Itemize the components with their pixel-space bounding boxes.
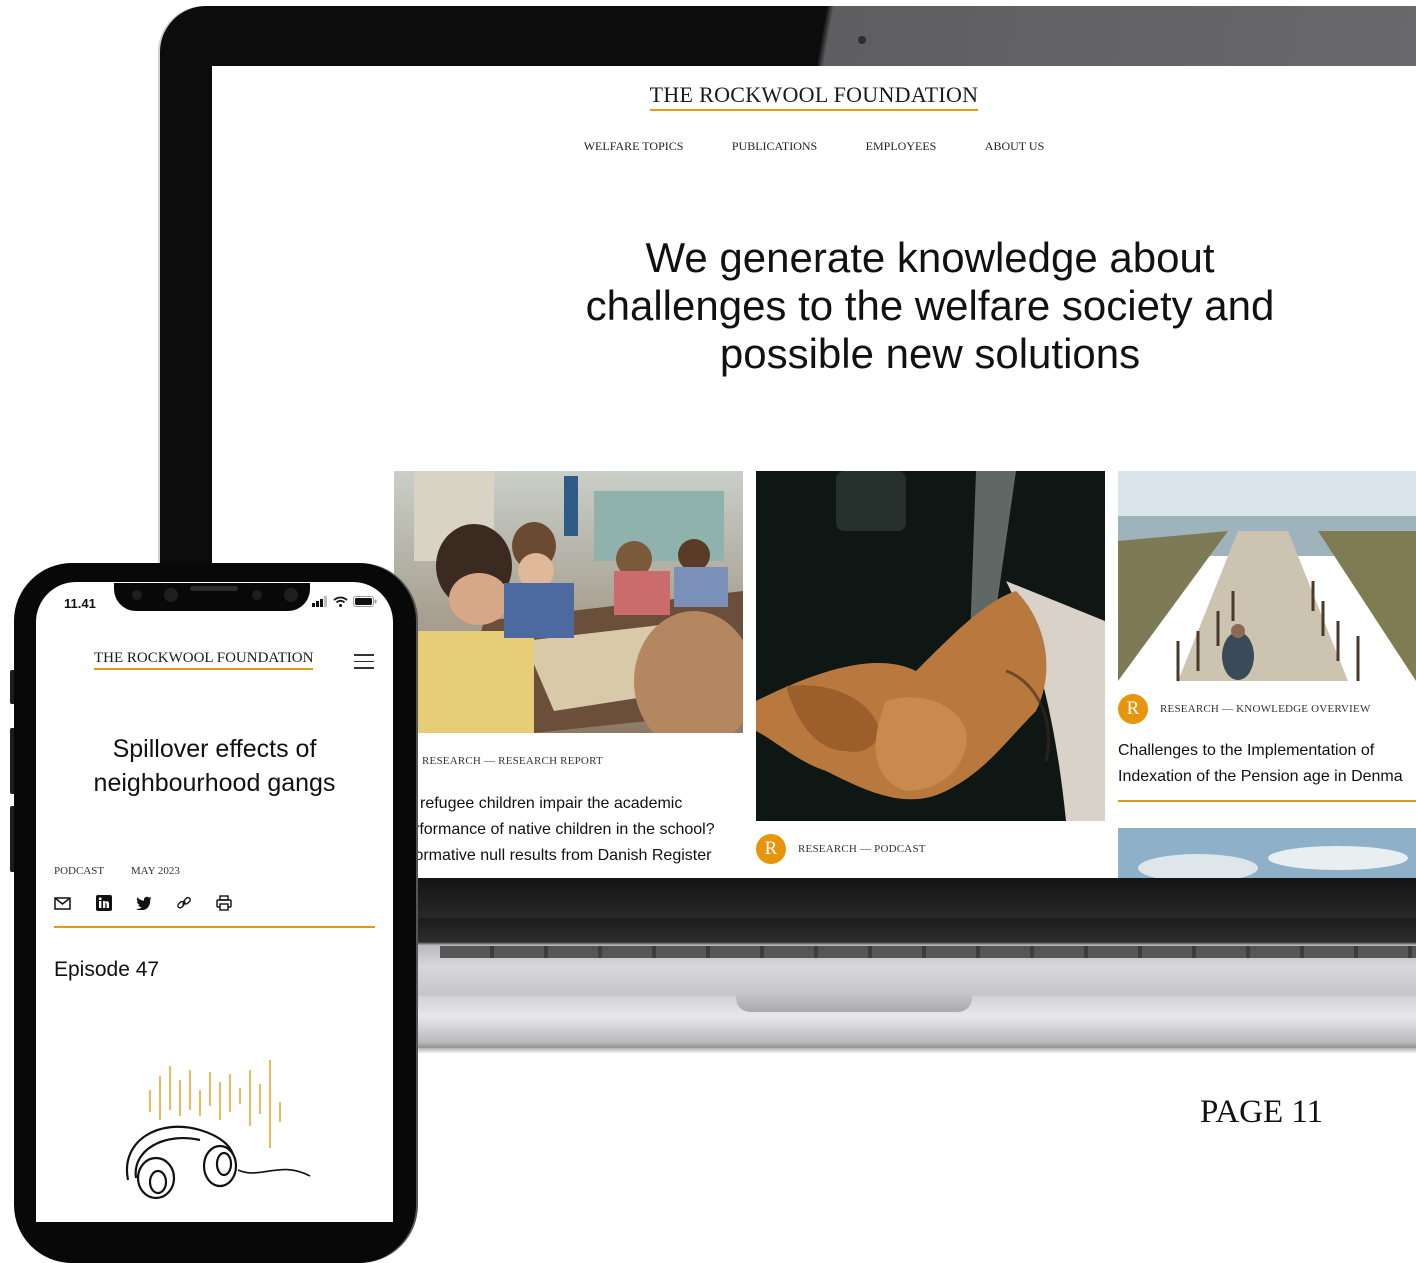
phone-speaker [190, 586, 238, 591]
trackpad-notch [736, 994, 972, 1012]
site-nav: WELFARE TOPICS PUBLICATIONS EMPLOYEES AB… [212, 137, 1416, 155]
card-3-meta: R RESEARCH — KNOWLEDGE OVERVIEW [1118, 694, 1371, 724]
wifi-icon [333, 596, 348, 607]
card-2-category[interactable]: RESEARCH — PODCAST [798, 843, 926, 855]
twitter-icon[interactable] [136, 896, 152, 910]
card-2-badge: R [756, 834, 786, 864]
classroom-photo [394, 471, 743, 733]
print-icon[interactable] [216, 895, 232, 911]
nav-about-us[interactable]: ABOUT US [985, 139, 1044, 153]
mail-icon[interactable] [54, 896, 72, 910]
hands-photo [756, 471, 1105, 821]
article-meta: PODCAST MAY 2023 [54, 865, 204, 877]
phone-site-logo[interactable]: THE ROCKWOOL FOUNDATION [94, 650, 314, 670]
card-1-line: refugee children impair the academic [420, 795, 683, 812]
hero-heading: We generate knowledge about challenges t… [585, 234, 1275, 377]
card-3-line: Challenges to the Implementation of [1118, 742, 1375, 759]
article-date: MAY 2023 [130, 865, 180, 877]
card-beach-image[interactable] [1118, 471, 1416, 681]
laptop-hinge [400, 878, 1416, 922]
nav-publications[interactable]: PUBLICATIONS [732, 139, 817, 153]
laptop-shadow [400, 1046, 1416, 1054]
phone-sensor [252, 590, 262, 600]
battery-icon [353, 596, 377, 607]
card-1-line: rformance of native children in the scho… [414, 821, 715, 838]
card-4-image[interactable] [1118, 828, 1416, 878]
card-classroom-image[interactable] [394, 471, 743, 733]
phone-sensor [284, 588, 298, 602]
card-hands-image[interactable] [756, 471, 1105, 821]
phone-divider [54, 926, 375, 928]
beach-photo [1118, 471, 1416, 681]
headphones-illustration [125, 1060, 311, 1200]
sky-photo [1118, 828, 1416, 878]
phone-sensor [132, 590, 142, 600]
episode-label: Episode 47 [54, 958, 160, 981]
status-icons [312, 596, 377, 607]
page-number: PAGE 11 [1200, 1094, 1324, 1130]
phone-screen: 11.41 THE ROCKWOOL FOUNDATION Spillover … [36, 582, 393, 1222]
link-icon[interactable] [176, 895, 192, 911]
card-1-category[interactable]: RESEARCH — RESEARCH REPORT [422, 755, 603, 767]
card-3-title[interactable]: Challenges to the Implementation of Inde… [1118, 738, 1403, 790]
article-title: Spillover effects of neighbourhood gangs [93, 735, 336, 797]
card-3-line: Indexation of the Pension age in Denma [1118, 768, 1403, 785]
linkedin-icon[interactable] [96, 895, 112, 911]
nav-welfare-topics[interactable]: WELFARE TOPICS [584, 139, 684, 153]
laptop-keyboard-deck [400, 918, 1416, 998]
card-3-badge: R [1118, 694, 1148, 724]
site-logo[interactable]: THE ROCKWOOL FOUNDATION [212, 82, 1416, 111]
card-3-divider [1118, 800, 1416, 802]
nav-employees[interactable]: EMPLOYEES [866, 139, 937, 153]
article-type[interactable]: PODCAST [54, 865, 104, 877]
phone-front-camera [164, 588, 178, 602]
card-3-category[interactable]: RESEARCH — KNOWLEDGE OVERVIEW [1160, 703, 1371, 715]
signal-icon [312, 596, 327, 607]
status-time: 11.41 [64, 596, 96, 611]
hamburger-menu-icon[interactable] [354, 654, 374, 674]
card-2-meta: R RESEARCH — PODCAST [756, 834, 926, 864]
card-1-meta: R RESEARCH — RESEARCH REPORT [380, 746, 603, 776]
keyboard-keys [440, 946, 1416, 958]
card-1-line: formative null results from Danish Regis… [410, 847, 712, 864]
card-1-title[interactable]: refugee children impair the academic rfo… [408, 791, 715, 869]
laptop-camera [858, 36, 866, 44]
share-bar [54, 895, 232, 911]
